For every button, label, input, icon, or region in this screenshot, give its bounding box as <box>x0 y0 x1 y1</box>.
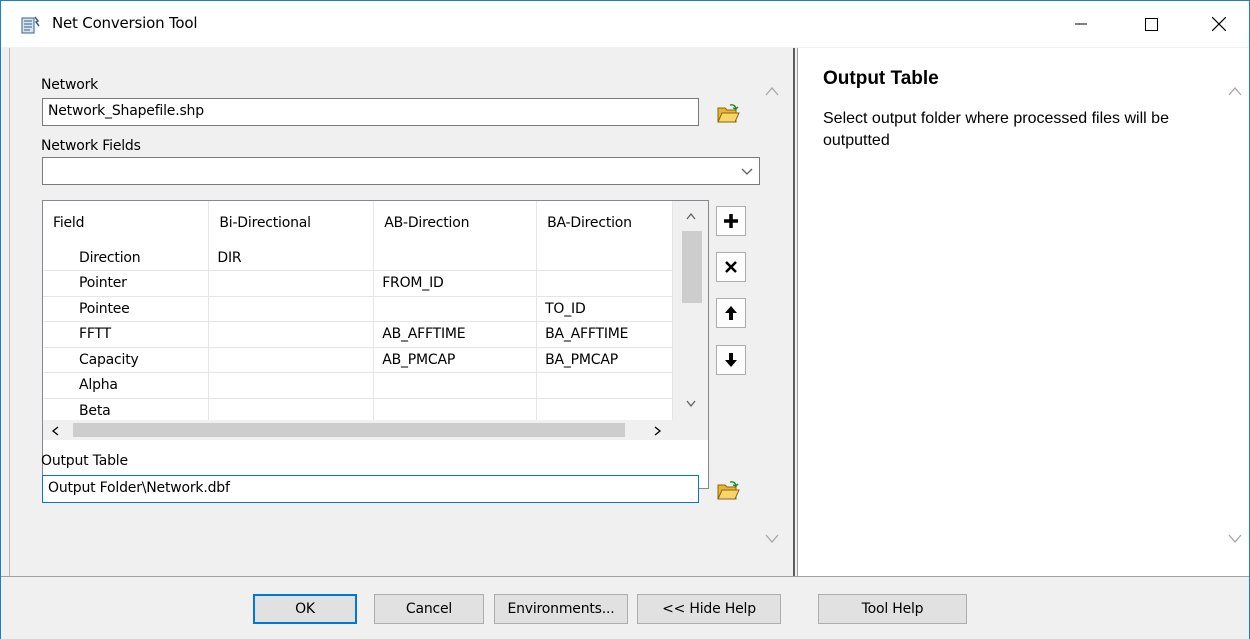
column-header-field[interactable]: Field <box>43 201 210 245</box>
add-row-button[interactable] <box>716 206 746 236</box>
field-mapping-table: Field Bi-Directional AB-Direction BA-Dir… <box>43 201 673 424</box>
field-name-cell: Pointer <box>43 270 210 297</box>
table-cell[interactable] <box>536 245 673 271</box>
table-cell[interactable]: DIR <box>208 245 375 271</box>
help-description: Select output folder where processed fil… <box>823 110 1169 149</box>
net-conversion-tool-window: Net Conversion Tool Network Network_Shap… <box>0 0 1250 639</box>
field-name-cell: Pointee <box>43 296 210 322</box>
grid-header-row: Field Bi-Directional AB-Direction BA-Dir… <box>43 201 673 245</box>
folder-open-icon <box>717 104 740 123</box>
output-table-input[interactable]: Output Folder\Network.dbf <box>42 475 699 503</box>
table-row[interactable]: Alpha <box>43 372 673 399</box>
window-title: Net Conversion Tool <box>52 14 198 32</box>
arrow-down-icon <box>725 353 737 367</box>
table-cell[interactable] <box>373 372 538 399</box>
table-row[interactable]: Capacity AB_PMCAP BA_PMCAP <box>43 347 673 373</box>
table-row[interactable]: Direction DIR <box>43 245 673 271</box>
environments-button[interactable]: Environments... <box>494 594 628 624</box>
table-cell[interactable] <box>208 372 375 399</box>
column-header-ba-direction[interactable]: BA-Direction <box>536 201 673 245</box>
cancel-button[interactable]: Cancel <box>374 594 484 624</box>
ok-button[interactable]: OK <box>253 594 357 624</box>
maximize-icon <box>1144 17 1158 31</box>
parameters-pane: Network Network_Shapefile.shp Network Fi… <box>9 48 795 576</box>
field-name-cell: Alpha <box>43 372 210 399</box>
dialog-button-bar: OK Cancel Environments... << Hide Help T… <box>1 576 1249 639</box>
grid-horizontal-scrollbar[interactable] <box>43 420 708 440</box>
help-scroll-up-icon[interactable] <box>1228 84 1242 100</box>
table-cell[interactable] <box>373 296 538 322</box>
chevron-down-icon <box>741 168 753 175</box>
move-up-button[interactable] <box>716 298 746 328</box>
title-bar[interactable]: Net Conversion Tool <box>1 1 1249 47</box>
column-header-bi-directional[interactable]: Bi-Directional <box>208 201 375 245</box>
grid-vertical-scrollbar[interactable] <box>673 201 708 420</box>
output-table-label: Output Table <box>41 453 128 469</box>
table-cell[interactable] <box>208 347 375 373</box>
pane-scroll-up-icon[interactable] <box>765 84 779 100</box>
table-cell[interactable] <box>208 296 375 322</box>
arrow-up-icon <box>725 306 737 320</box>
minimize-button[interactable] <box>1053 1 1109 47</box>
output-table-browse-button[interactable] <box>714 477 742 505</box>
help-title: Output Table <box>823 68 939 89</box>
table-cell[interactable] <box>373 245 538 271</box>
scroll-left-icon[interactable] <box>51 425 59 440</box>
script-tool-icon <box>20 15 42 35</box>
table-cell[interactable] <box>536 270 673 297</box>
network-fields-dropdown[interactable] <box>42 157 760 185</box>
close-button[interactable] <box>1191 1 1247 47</box>
field-mapping-grid[interactable]: Field Bi-Directional AB-Direction BA-Dir… <box>42 200 709 489</box>
minimize-icon <box>1075 23 1087 25</box>
horizontal-scroll-thumb[interactable] <box>73 423 625 437</box>
table-cell[interactable]: AB_AFFTIME <box>373 321 538 348</box>
folder-open-icon <box>717 481 740 500</box>
table-cell[interactable]: BA_AFFTIME <box>536 321 673 348</box>
table-cell[interactable] <box>208 321 375 348</box>
scroll-right-icon[interactable] <box>654 425 662 440</box>
close-icon <box>1212 17 1226 31</box>
network-input[interactable]: Network_Shapefile.shp <box>42 98 699 126</box>
move-down-button[interactable] <box>716 345 746 375</box>
table-cell[interactable]: BA_PMCAP <box>536 347 673 373</box>
help-pane: Output Table Select output folder where … <box>797 48 1249 576</box>
remove-row-button[interactable] <box>716 252 746 282</box>
table-cell[interactable] <box>208 270 375 297</box>
pane-scroll-down-icon[interactable] <box>765 532 779 548</box>
field-name-cell: Capacity <box>43 347 210 373</box>
hide-help-button[interactable]: << Hide Help <box>637 594 781 624</box>
table-row[interactable]: FFTT AB_AFFTIME BA_AFFTIME <box>43 321 673 348</box>
delete-x-icon <box>725 261 737 273</box>
table-cell[interactable]: TO_ID <box>536 296 673 322</box>
scroll-down-icon[interactable] <box>686 397 696 412</box>
tool-help-button[interactable]: Tool Help <box>818 594 967 624</box>
network-fields-label: Network Fields <box>41 138 141 154</box>
plus-icon <box>724 214 738 228</box>
table-cell[interactable] <box>536 372 673 399</box>
table-row[interactable]: Pointer FROM_ID <box>43 270 673 297</box>
maximize-button[interactable] <box>1123 1 1179 47</box>
network-label: Network <box>41 77 99 93</box>
table-cell[interactable]: AB_PMCAP <box>373 347 538 373</box>
field-name-cell: FFTT <box>43 321 210 348</box>
vertical-scroll-thumb[interactable] <box>682 231 702 303</box>
network-browse-button[interactable] <box>714 100 742 128</box>
help-scroll-down-icon[interactable] <box>1228 532 1242 548</box>
column-header-ab-direction[interactable]: AB-Direction <box>373 201 538 245</box>
table-cell[interactable]: FROM_ID <box>373 270 538 297</box>
field-name-cell: Direction <box>43 245 210 271</box>
scroll-up-icon[interactable] <box>686 209 696 224</box>
table-row[interactable]: Pointee TO_ID <box>43 296 673 322</box>
